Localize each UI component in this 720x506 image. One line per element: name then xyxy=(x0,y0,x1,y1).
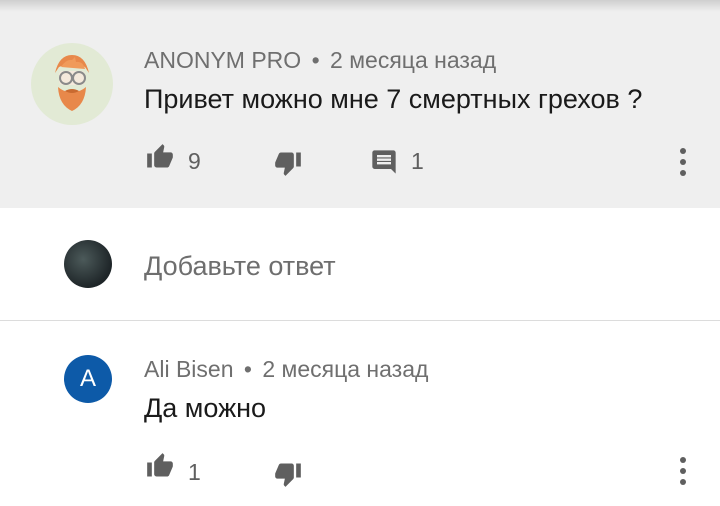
reply-author-avatar[interactable]: A xyxy=(64,355,112,403)
top-shadow-bar xyxy=(0,0,720,12)
current-user-avatar xyxy=(64,240,112,288)
bearded-man-avatar-icon xyxy=(55,55,89,111)
reply-like-button[interactable] xyxy=(145,452,175,480)
comment-icon xyxy=(372,150,396,174)
reply-time: 2 месяца назад xyxy=(262,356,429,382)
thumb-down-icon xyxy=(275,152,301,176)
author-avatar[interactable] xyxy=(31,43,113,125)
meta-separator: • xyxy=(243,356,252,382)
like-count: 9 xyxy=(188,148,201,174)
divider xyxy=(0,320,720,321)
add-reply-field[interactable]: Добавьте ответ xyxy=(0,208,720,321)
dislike-button[interactable] xyxy=(273,149,303,177)
like-button[interactable] xyxy=(145,143,175,171)
thumb-down-icon xyxy=(275,463,301,487)
comment-text: Привет можно мне 7 смертных грехов ? xyxy=(144,84,643,114)
reply-button[interactable] xyxy=(370,148,398,176)
reply-placeholder[interactable]: Добавьте ответ xyxy=(144,251,336,282)
comment-highlighted: ANONYM PRO • 2 месяца назад Привет можно… xyxy=(0,12,720,208)
comment-meta: ANONYM PRO • 2 месяца назад xyxy=(144,47,496,74)
more-options-button[interactable] xyxy=(676,147,690,177)
more-vert-icon xyxy=(680,457,686,485)
comment-author[interactable]: ANONYM PRO xyxy=(144,47,301,73)
reply-more-options-button[interactable] xyxy=(676,456,690,486)
reply-text: Да можно xyxy=(144,393,267,423)
reply-dislike-button[interactable] xyxy=(273,460,303,488)
reply-like-count: 1 xyxy=(188,459,201,485)
reply-meta: Ali Bisen • 2 месяца назад xyxy=(144,356,428,383)
thumb-up-icon xyxy=(147,144,173,168)
more-vert-icon xyxy=(680,148,686,176)
meta-separator: • xyxy=(311,47,320,73)
reply-count: 1 xyxy=(411,148,424,174)
comment-time: 2 месяца назад xyxy=(330,47,497,73)
reply-author[interactable]: Ali Bisen xyxy=(144,356,233,382)
thumb-up-icon xyxy=(147,453,173,477)
